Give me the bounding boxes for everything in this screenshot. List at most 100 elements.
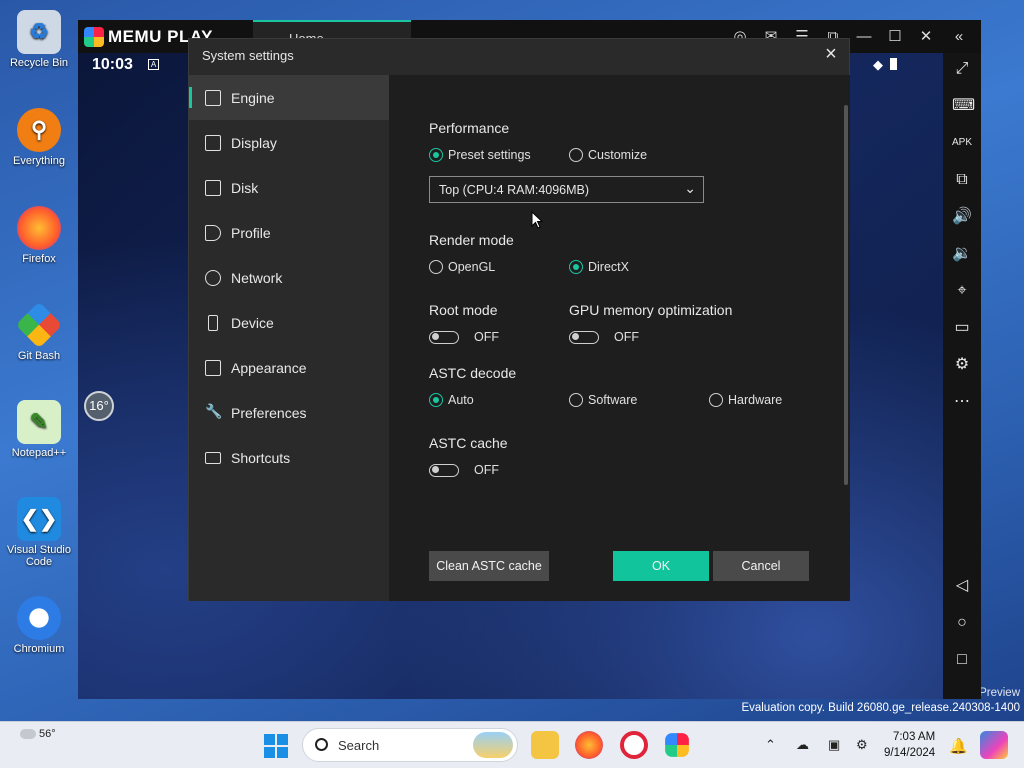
weather-widget[interactable]: 56° [20,728,56,740]
render-mode-heading: Render mode [429,232,514,248]
nav-label: Engine [231,89,275,106]
battery-icon [890,58,897,70]
opengl-radio[interactable]: OpenGL [429,260,495,274]
more-icon[interactable]: ⋯ [952,392,972,412]
memu-taskbar-icon[interactable] [665,733,689,757]
firefox-desktop-icon[interactable]: Firefox [2,206,76,265]
firefox-icon [17,206,61,250]
nav-label: Preferences [231,404,307,421]
wifi-icon: ◆ [873,57,883,72]
astc-cache-toggle[interactable]: OFF [429,463,499,477]
temperature-badge: 16° [84,391,114,421]
preset-select-value: Top (CPU:4 RAM:4096MB) [439,183,590,197]
apk-icon[interactable]: APK [952,133,972,153]
nav-item-profile[interactable]: Profile [189,210,389,255]
android-status-a-icon: A [148,59,159,70]
vscode-desktop-icon[interactable]: ❮❯ Visual Studio Code [2,497,76,568]
location-icon[interactable]: ⌖ [952,281,972,301]
keyboard-mapping-icon[interactable]: ⌨ [952,96,975,116]
everything-desktop-icon[interactable]: ⚲ Everything [2,108,76,167]
chromium-label: Chromium [13,643,65,655]
display-icon[interactable]: ▣ [828,737,840,753]
performance-preset-select[interactable]: Top (CPU:4 RAM:4096MB) ⌄ [429,176,704,203]
nav-item-preferences[interactable]: 🔧 Preferences [189,390,389,435]
clean-astc-cache-button[interactable]: Clean ASTC cache [429,551,549,581]
settings-gear-icon[interactable]: ⚙ [952,355,972,375]
radio-dot [429,260,443,274]
nav-label: Profile [231,224,271,241]
vscode-label: Visual Studio Code [6,544,71,568]
chevron-down-icon: ⌄ [684,180,696,196]
git-bash-desktop-icon[interactable]: Git Bash [2,301,76,362]
nav-item-network[interactable]: Network [189,255,389,300]
nav-item-engine[interactable]: Engine [189,75,389,120]
radio-dot [429,148,443,162]
mouse-pointer-icon [531,211,543,229]
home-circle-icon[interactable]: ○ [952,613,972,633]
maximize-icon[interactable]: ☐ [886,28,904,46]
nav-item-display[interactable]: Display [189,120,389,165]
astc-auto-radio[interactable]: Auto [429,393,474,407]
chevron-up-icon[interactable]: ⌃ [765,737,776,753]
folder-icon[interactable]: ▭ [952,318,972,338]
nav-label: Shortcuts [231,449,291,466]
root-mode-state: OFF [474,330,499,344]
astc-software-radio[interactable]: Software [569,393,637,407]
nav-item-shortcuts[interactable]: Shortcuts [189,435,389,480]
engine-settings-panel: Performance Preset settings Customize To… [389,75,850,601]
multi-instance-icon[interactable]: ⧉ [952,170,972,190]
minimize-icon[interactable]: — [855,28,873,46]
nav-item-disk[interactable]: Disk [189,165,389,210]
android-clock: 10:03 [92,56,133,73]
radio-dot [429,393,443,407]
astc-hardware-label: Hardware [728,393,783,407]
notification-bell-icon[interactable]: 🔔 [949,737,968,755]
astc-cache-state: OFF [474,463,499,477]
copilot-icon[interactable] [980,731,1008,759]
cancel-button[interactable]: Cancel [713,551,809,581]
close-window-icon[interactable]: ✕ [917,28,935,46]
customize-radio[interactable]: Customize [569,148,647,162]
directx-radio[interactable]: DirectX [569,260,629,274]
root-mode-toggle[interactable]: OFF [429,330,499,344]
clock-date: 9/14/2024 [884,747,936,759]
notepadpp-desktop-icon[interactable]: ✎ Notepad++ [2,400,76,459]
dialog-close-icon[interactable]: × [821,44,841,64]
volume-down-icon[interactable]: 🔉 [952,244,972,264]
cloud-icon [20,729,36,739]
recycle-bin-desktop-icon[interactable]: ♻ Recycle Bin [2,10,76,69]
collapse-sidebar-icon[interactable]: « [950,28,968,46]
start-button[interactable] [264,734,288,758]
opengl-label: OpenGL [448,260,496,274]
gpu-memory-toggle[interactable]: OFF [569,330,639,344]
preset-settings-radio[interactable]: Preset settings [429,148,531,162]
ok-button[interactable]: OK [613,551,709,581]
gpu-memory-state: OFF [614,330,639,344]
memu-gem-icon [84,26,104,47]
firefox-taskbar-icon[interactable] [575,731,603,759]
astc-hardware-radio[interactable]: Hardware [709,393,782,407]
chip-icon [205,89,221,106]
phone-icon [208,314,218,331]
recycle-bin-label: Recycle Bin [9,57,69,69]
toggle-track [569,330,599,344]
search-icon [315,738,328,751]
astc-cache-heading: ASTC cache [429,435,508,451]
file-explorer-icon[interactable] [531,731,559,759]
opera-taskbar-icon[interactable] [620,731,648,759]
taskbar-search-box[interactable]: Search [302,728,518,762]
nav-item-device[interactable]: Device [189,300,389,345]
cloud-offline-icon[interactable]: ☁ [796,737,809,753]
back-icon[interactable]: ◁ [952,576,972,596]
nav-item-appearance[interactable]: Appearance [189,345,389,390]
volume-up-icon[interactable]: 🔊 [952,207,972,227]
recycle-bin-icon: ♻ [17,10,61,54]
everything-app-icon: ⚲ [17,108,61,152]
settings-tray-icon[interactable]: ⚙ [856,737,868,753]
monitor-icon [205,134,221,151]
taskbar-clock[interactable]: 7:03 AM 9/14/2024 [884,729,935,761]
settings-scrollbar[interactable] [844,105,848,485]
chromium-desktop-icon[interactable]: Chromium [2,596,76,655]
fullscreen-icon[interactable]: ⤢ [952,59,972,79]
recents-icon[interactable]: □ [952,650,972,670]
